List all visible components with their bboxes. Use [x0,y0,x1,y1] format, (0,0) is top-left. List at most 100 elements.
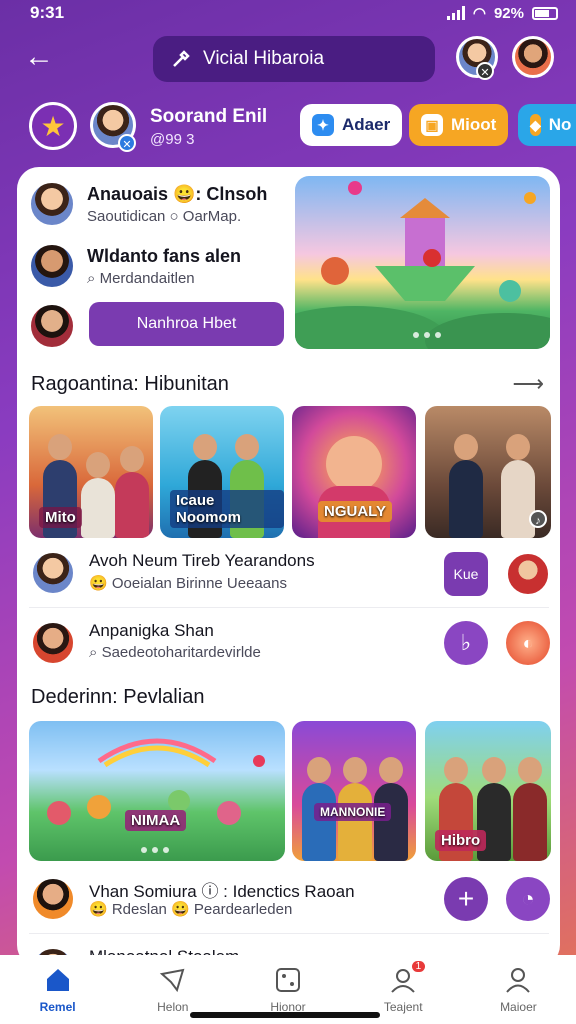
nav-label: Maioer [500,1000,537,1014]
avatar[interactable] [29,303,75,349]
list-item[interactable]: Avoh Neum Tireb Yearandons 😀 Ooeialan Bi… [17,543,560,605]
tile-label: Mito [39,507,82,528]
avatar [31,551,75,595]
dice-icon [273,965,303,995]
friend-row[interactable]: Anauoais 😀: Clnsoh Saoutidican ○ OarMap. [29,181,267,227]
tools-icon [173,50,190,67]
friend-sub: ⌕ Merdandaitlen [87,269,195,287]
main-card: Anauoais 😀: Clnsoh Saoutidican ○ OarMap.… [17,167,560,967]
figure [115,446,149,538]
hero-banner[interactable] [295,176,550,349]
avatar[interactable] [506,552,550,596]
chip-mioot[interactable]: ▣ Mioot [409,104,509,146]
chip-no[interactable]: ◆ No [518,104,576,146]
figure [302,757,336,861]
tile-label: MANNONIE [314,803,392,821]
media-tile[interactable]: Mito [29,406,153,538]
add-button[interactable]: + [444,877,488,921]
music-flat-icon[interactable]: ♭ [444,621,488,665]
battery-icon [532,6,558,20]
nav-home[interactable]: Remel [0,955,115,1024]
nav-label: Teajent [383,1000,423,1014]
wifi-icon: ◠ [472,5,486,22]
scene-illustration [47,738,265,825]
friend-title: Wldanto fans alen [87,245,242,266]
character-face [326,436,382,492]
chip-label: Mioot [451,115,497,134]
user-icon [503,965,533,995]
emoji-icon[interactable]: ◐ [506,621,550,665]
media-tile[interactable]: NGUALY [292,406,416,538]
hero-illustration [295,181,550,349]
avatar [29,181,75,227]
media-tile[interactable]: NIMAA [29,721,285,861]
media-tile[interactable]: Hibro [425,721,551,861]
tile-label: Hibro [435,830,487,851]
avatar[interactable] [512,36,554,78]
nav-label: Remel [39,1000,76,1014]
top-bar: ← Vicial Hibaroia ✕ [0,30,576,90]
tag-icon: ◆ [530,114,541,136]
figure [513,757,547,861]
figure [449,434,483,538]
section-title: Ragoantina: Hibunitan [31,373,229,395]
figure [81,452,115,538]
list-title: Avoh Neum Tireb Yearandons [89,551,315,570]
avatar [31,877,75,921]
avatar [29,243,75,289]
friend-title: Anauoais 😀: Clnsoh [87,183,268,204]
section-title: Dederinn: Pevlalian [31,686,205,708]
action-button[interactable]: Kue [444,552,488,596]
chip-label: No [548,115,572,134]
media-tile[interactable]: ♪ [425,406,551,538]
twitter-bird-icon: ✦ [312,114,334,136]
list-item[interactable]: Vhan Somiura ⓘ : Idenctics Raoan 😀 Rdesl… [17,869,560,931]
search-text: Vicial Hibaroia [203,48,325,69]
media-tile[interactable]: MANNONIE [292,721,416,861]
divider [29,607,549,608]
notification-badge: 1 [411,961,426,972]
plane-icon [158,965,188,995]
friend-row[interactable]: Wldanto fans alen ⌕ Merdandaitlen [29,243,241,289]
close-icon[interactable]: ✕ [476,62,494,80]
tile-label: NGUALY [318,501,392,522]
carousel-dots [413,332,441,338]
profile-row: ★ ✕ Soorand Enil @99 3 ✦ Adaer ▣ Mioot ◆… [0,100,576,160]
figure [374,757,408,861]
list-title: Vhan Somiura ⓘ : Idenctics Raoan [89,882,355,901]
chip-label: Adaer [342,115,391,134]
avatar [31,621,75,665]
back-arrow-icon[interactable]: ← [24,40,58,74]
home-indicator[interactable] [190,1012,380,1018]
nav-maioer[interactable]: Maioer [461,955,576,1024]
calendar-icon: ▣ [421,114,443,136]
friend-sub: Saoutidican ○ OarMap. [87,207,242,225]
home-icon [43,965,73,995]
divider [29,933,549,934]
nav-label: Helon [157,1000,189,1014]
chip-adaer[interactable]: ✦ Adaer [300,104,403,146]
arrow-right-icon[interactable]: ⟶ [512,371,544,397]
status-time: 9:31 [30,3,65,22]
list-sub: 😀 Rdeslan 😀 Peardearleden [89,901,293,918]
search-bar[interactable]: Vicial Hibaroia [153,36,435,82]
chat-icon[interactable]: ◔ [506,877,550,921]
verified-icon: ✕ [118,134,136,152]
status-bar: 9:31 ◠ 92% [0,0,576,26]
signal-icon [446,6,465,20]
music-icon[interactable]: ♪ [529,510,547,528]
tile-label: Icaue Noomom [170,490,284,528]
list-sub: 😀 Ooeialan Birinne Ueeaans [89,575,287,592]
figure [338,757,372,861]
list-title: Anpanigka Shan [89,621,214,640]
carousel-dots [141,847,169,853]
profile-name: Soorand Enil [150,106,268,127]
media-tile[interactable]: Icaue Noomom [160,406,284,538]
battery-level: 92% [493,4,524,22]
list-item[interactable]: Anpanigka Shan ⌕ Saedeotoharitardevirlde… [17,613,560,675]
profile-handle: @99 3 [150,131,195,148]
status-icons: ◠ 92% [446,4,558,22]
star-icon[interactable]: ★ [29,102,77,150]
tile-label: NIMAA [125,810,187,831]
friends-action-button[interactable]: Nanhroa Hbet [89,302,284,346]
